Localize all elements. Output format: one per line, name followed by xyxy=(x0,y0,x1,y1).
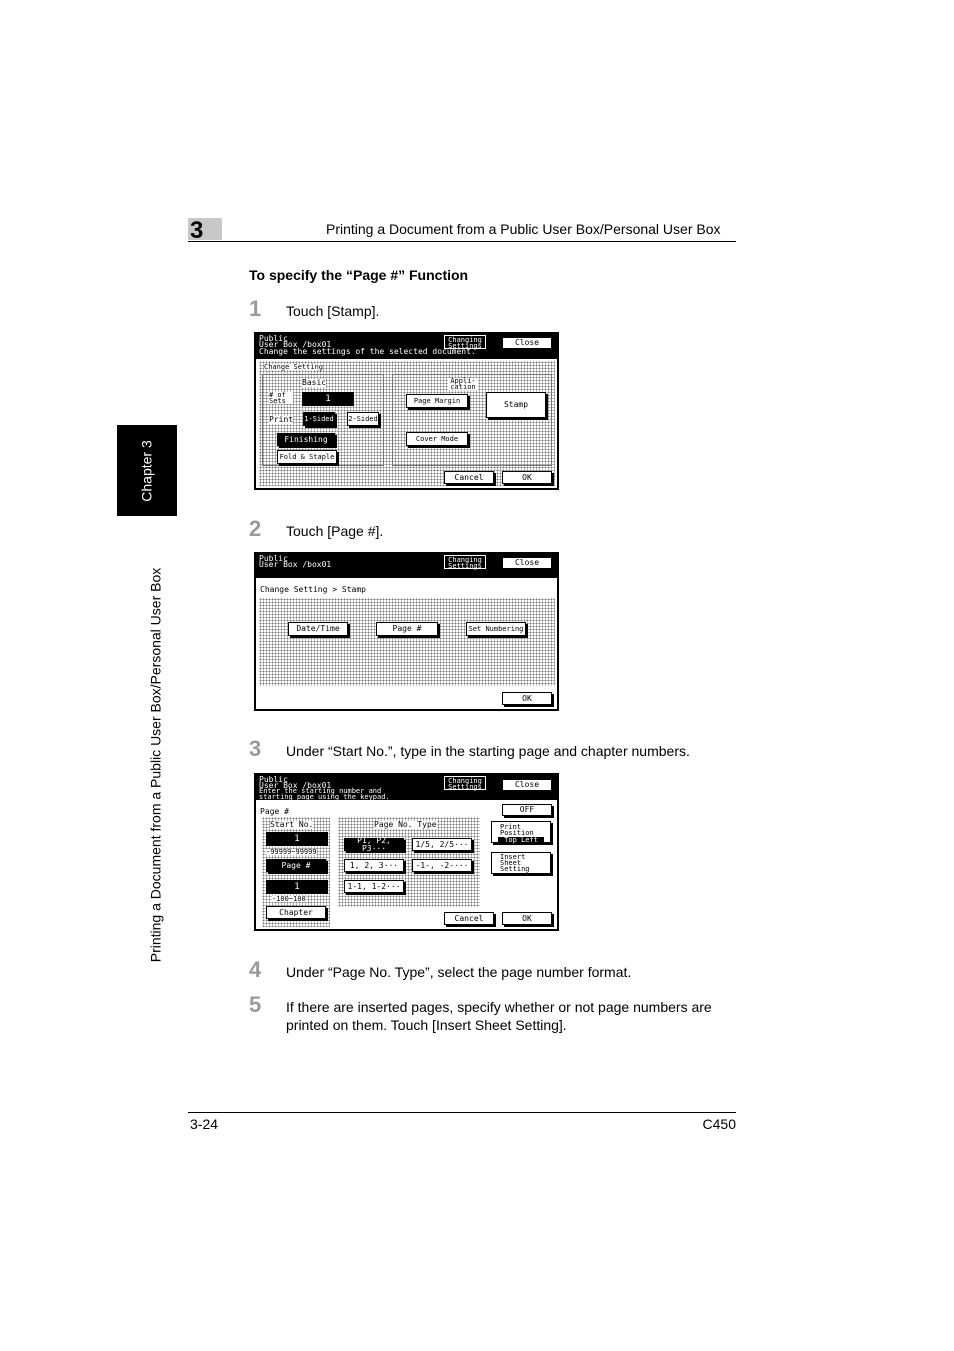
screen-title-line: User Box /box01 xyxy=(259,560,332,569)
finishing-button[interactable]: Finishing xyxy=(277,433,335,446)
cancel-button[interactable]: Cancel xyxy=(444,471,494,484)
ok-button[interactable]: OK xyxy=(502,912,552,925)
step-text: Under “Page No. Type”, select the page n… xyxy=(286,964,632,980)
page-number: 3-24 xyxy=(190,1116,219,1132)
fold-staple-button[interactable]: Fold & Staple xyxy=(277,450,337,464)
print-label: Print xyxy=(269,415,294,424)
close-button[interactable]: Close xyxy=(502,337,552,349)
changing-settings-indicator: Changing Settings xyxy=(444,555,486,570)
page-number-label: Page # xyxy=(260,807,289,816)
page-type-dash-button[interactable]: -1-, -2-··· xyxy=(412,859,472,872)
page-type-fraction-button[interactable]: 1/5, 2/5··· xyxy=(412,838,472,851)
footer-divider xyxy=(188,1112,736,1113)
step-number: 3 xyxy=(249,736,262,761)
basic-label: Basic xyxy=(302,378,327,387)
page-number-type-label: Page No. Type xyxy=(374,820,437,829)
set-numbering-button[interactable]: Set Numbering xyxy=(466,622,526,636)
step-text: Under “Start No.”, type in the starting … xyxy=(286,743,690,759)
change-setting-label: Change Setting xyxy=(264,363,324,371)
step-number: 5 xyxy=(249,992,262,1017)
chapter-range-hint: -100~100 xyxy=(272,895,306,903)
application-label: Appli- cation xyxy=(448,378,478,391)
close-button[interactable]: Close xyxy=(502,779,552,791)
print-position-label: Print Position xyxy=(500,823,534,837)
header-divider xyxy=(188,241,736,242)
step-text: If there are inserted pages, specify whe… xyxy=(286,999,712,1033)
screen-message: starting page using the keypad. xyxy=(259,793,390,801)
ok-button[interactable]: OK xyxy=(502,471,552,484)
page-number-button[interactable]: Page # xyxy=(376,622,438,636)
ok-button[interactable]: OK xyxy=(502,692,552,705)
page-type-p1-button[interactable]: P1, P2, P3··· xyxy=(344,836,404,852)
screen-message: Change the settings of the selected docu… xyxy=(259,347,476,356)
breadcrumb: Change Setting > Stamp xyxy=(260,585,366,594)
page-margin-button[interactable]: Page Margin xyxy=(406,394,468,408)
cancel-button[interactable]: Cancel xyxy=(444,912,494,925)
insert-sheet-setting-button[interactable]: Insert Sheet Setting xyxy=(491,852,551,874)
chapter-tab-label: Chapter 3 xyxy=(139,439,156,502)
running-header-title: Printing a Document from a Public User B… xyxy=(326,221,721,237)
start-number-label: Start No. xyxy=(270,820,314,829)
number-of-sets-field[interactable]: 1 xyxy=(302,392,354,406)
control-panel-screenshot-page-number: Public User Box /box01 Enter the startin… xyxy=(254,773,559,931)
number-of-sets-label: # of Sets xyxy=(269,392,293,405)
stamp-button[interactable]: Stamp xyxy=(486,392,546,418)
step-number: 2 xyxy=(249,516,262,541)
changing-settings-indicator: Changing Settings xyxy=(444,335,486,350)
close-button[interactable]: Close xyxy=(502,557,552,569)
cover-mode-button[interactable]: Cover Mode xyxy=(406,432,468,446)
page-type-numeric-button[interactable]: 1, 2, 3··· xyxy=(344,859,404,872)
step-text: Touch [Stamp]. xyxy=(286,303,380,319)
print-position-value: Top Left xyxy=(498,837,544,844)
step-number: 4 xyxy=(249,957,262,982)
page-range-hint: -99999~99999 xyxy=(266,848,317,856)
page-type-chapter-button[interactable]: 1-1, 1-2··· xyxy=(344,880,404,893)
two-sided-button[interactable]: 2-Sided xyxy=(347,412,379,426)
chapter-input-button[interactable]: Chapter xyxy=(266,906,326,919)
section-title: To specify the “Page #” Function xyxy=(249,267,469,283)
control-panel-screenshot-stamp-menu: Public User Box /box01 Changing Settings… xyxy=(254,552,559,711)
changing-settings-indicator: Changing Settings xyxy=(444,776,486,791)
step-number: 1 xyxy=(249,296,262,321)
stamp-options-area xyxy=(259,598,555,686)
date-time-button[interactable]: Date/Time xyxy=(288,622,348,636)
step-text: Touch [Page #]. xyxy=(286,523,384,539)
start-chapter-field[interactable]: 1 xyxy=(266,880,328,894)
model-name: C450 xyxy=(702,1116,736,1132)
control-panel-screenshot-stamp: Public User Box /box01 Change the settin… xyxy=(254,332,559,490)
off-button[interactable]: OFF xyxy=(502,804,552,816)
start-page-field[interactable]: 1 xyxy=(266,832,328,846)
one-sided-button[interactable]: 1-Sided xyxy=(303,412,335,426)
side-vertical-title: Printing a Document from a Public User B… xyxy=(147,567,163,963)
page-number-input-button[interactable]: Page # xyxy=(266,859,326,872)
print-position-button[interactable]: Print Position Top Left xyxy=(491,821,551,844)
